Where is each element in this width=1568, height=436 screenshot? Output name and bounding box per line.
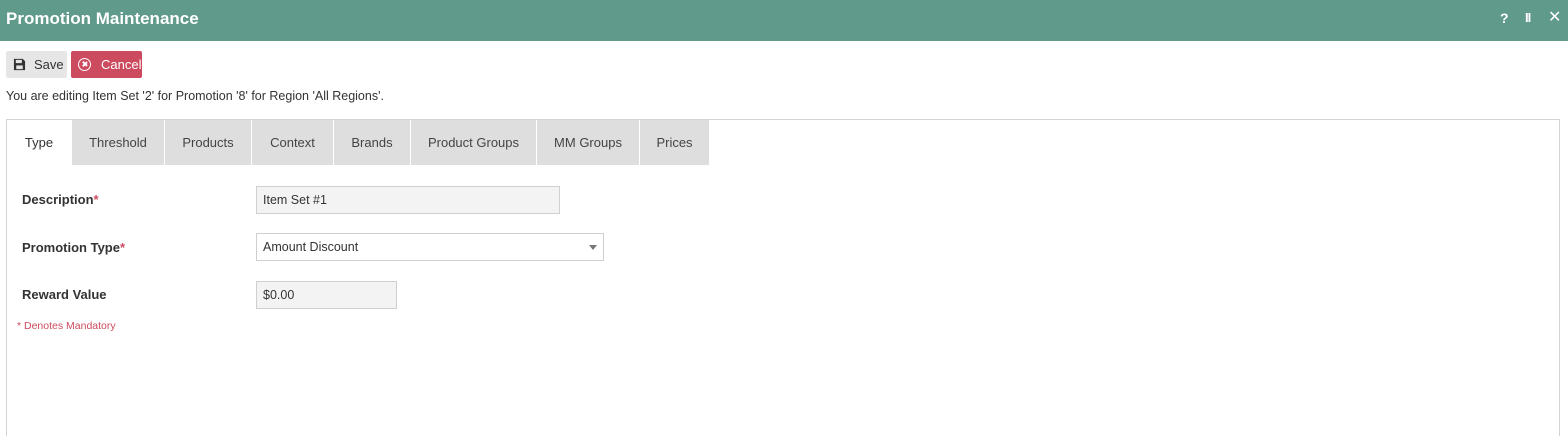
help-icon[interactable]: ? [1500, 8, 1509, 28]
save-button[interactable]: Save [6, 51, 67, 78]
tab-prices[interactable]: Prices [640, 120, 710, 165]
window-title: Promotion Maintenance [6, 9, 199, 28]
chevron-down-icon [589, 245, 597, 250]
required-mark: * [119, 240, 126, 255]
tab-product-groups[interactable]: Product Groups [411, 120, 537, 165]
reward-value-label: Reward Value [22, 287, 107, 302]
tab-type[interactable]: Type [7, 120, 72, 165]
promotion-type-label: Promotion Type* [22, 240, 125, 255]
save-button-label: Save [34, 57, 64, 72]
title-bar: Promotion Maintenance ? II ✕ [0, 0, 1568, 41]
tab-products[interactable]: Products [165, 120, 252, 165]
description-label-text: Description [22, 192, 94, 207]
tab-mm-groups[interactable]: MM Groups [537, 120, 640, 165]
editing-info-text: You are editing Item Set '2' for Promoti… [6, 89, 384, 103]
close-icon[interactable]: ✕ [1548, 8, 1561, 28]
promotion-type-value: Amount Discount [263, 240, 359, 254]
tab-bar: Type Threshold Products Context Brands P… [7, 120, 710, 165]
floppy-disk-icon [13, 58, 26, 71]
pause-icon[interactable]: II [1525, 8, 1531, 28]
cancel-circle-icon [78, 58, 91, 71]
required-mark: * [93, 192, 99, 207]
tab-threshold[interactable]: Threshold [72, 120, 165, 165]
description-input[interactable]: Item Set #1 [256, 186, 560, 214]
tab-context[interactable]: Context [252, 120, 334, 165]
promotion-type-label-text: Promotion Type [22, 240, 120, 255]
tab-panel: Type Threshold Products Context Brands P… [6, 119, 1560, 436]
promotion-type-select[interactable]: Amount Discount [256, 233, 604, 261]
mandatory-note: * Denotes Mandatory [17, 320, 116, 332]
reward-value-input[interactable]: $0.00 [256, 281, 397, 309]
cancel-button-label: Cancel [101, 57, 142, 72]
cancel-button[interactable]: Cancel [71, 51, 142, 78]
description-label: Description* [22, 192, 99, 207]
tab-brands[interactable]: Brands [334, 120, 411, 165]
